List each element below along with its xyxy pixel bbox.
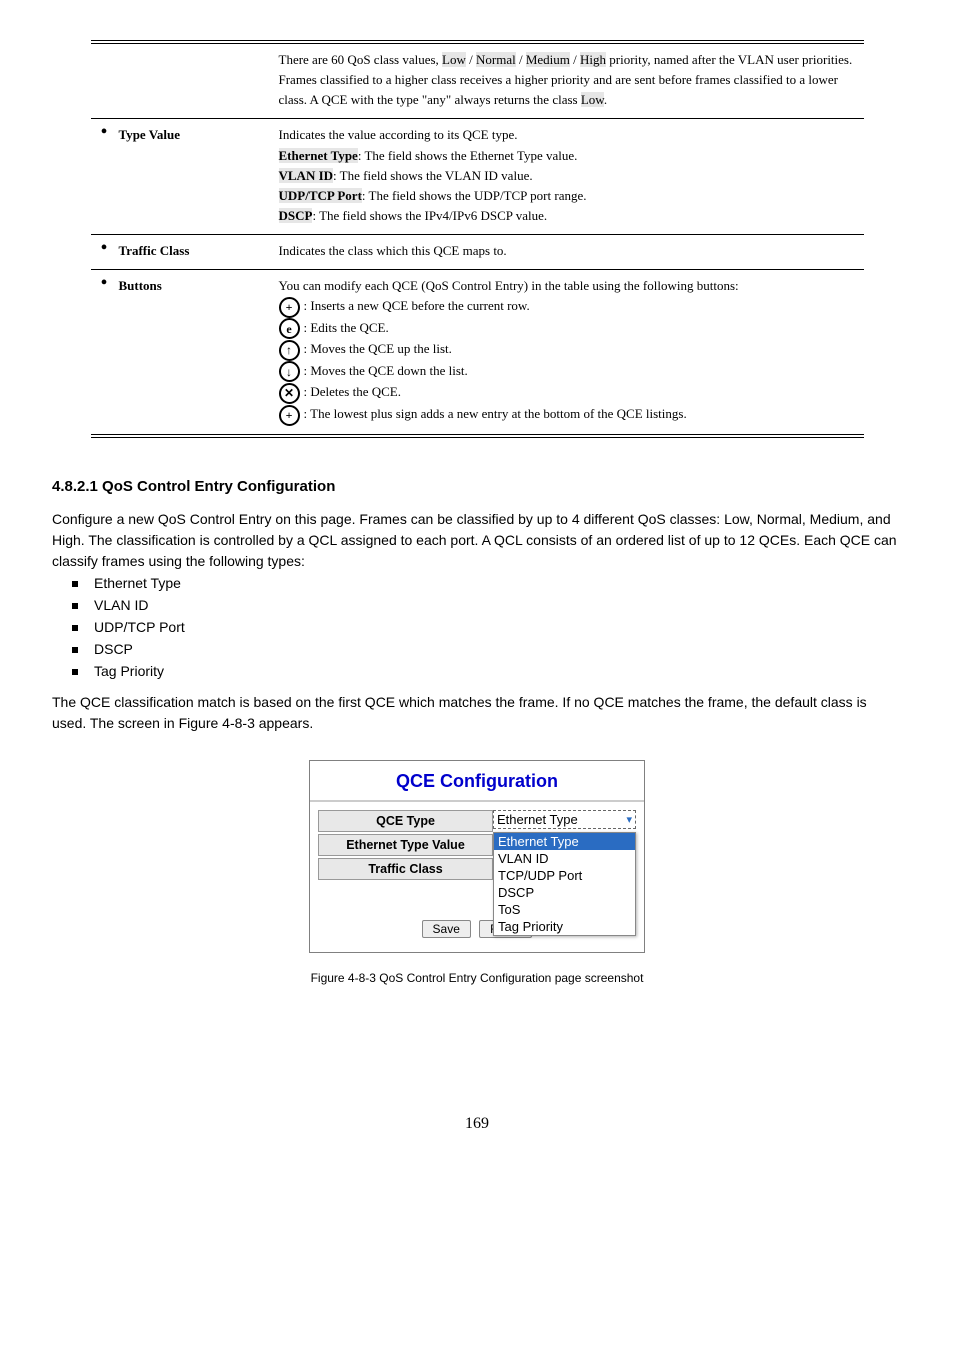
- save-button[interactable]: Save: [422, 920, 471, 938]
- text: Normal: [476, 52, 516, 67]
- label-eth-type-value: Ethernet Type Value: [318, 834, 493, 856]
- text: Medium: [526, 52, 570, 67]
- page-number: 169: [22, 1115, 932, 1133]
- icon-line: + : The lowest plus sign adds a new entry…: [279, 404, 856, 426]
- text: : Moves the QCE down the list.: [304, 363, 468, 378]
- edit-icon: e: [279, 318, 300, 339]
- text: Indicates the value according to its QCE…: [279, 127, 518, 142]
- text: /: [570, 52, 580, 67]
- text: .: [604, 92, 607, 107]
- label-traffic-class: Traffic Class: [318, 858, 493, 880]
- paragraph: The QCE classification match is based on…: [52, 692, 902, 734]
- text: : The lowest plus sign adds a new entry …: [304, 406, 687, 421]
- text: Indicates the class which this QCE maps …: [279, 243, 507, 258]
- qce-type-select[interactable]: Ethernet Type ▾: [493, 810, 636, 829]
- up-icon: ↑: [279, 340, 300, 361]
- text: There are 60 QoS class values,: [279, 52, 443, 67]
- text: : Deletes the QCE.: [304, 384, 401, 399]
- select-value: Ethernet Type: [497, 812, 578, 827]
- figure-title: QCE Configuration: [310, 761, 644, 802]
- label-qce-type: QCE Type: [318, 810, 493, 832]
- dropdown-option[interactable]: Ethernet Type: [494, 833, 635, 850]
- bullet-icon: •: [101, 241, 119, 261]
- text: DSCP: [279, 208, 313, 223]
- icon-line: ↓ : Moves the QCE down the list.: [279, 361, 856, 383]
- list-item: VLAN ID: [72, 594, 932, 616]
- bullet-icon: •: [101, 125, 119, 145]
- text: Ethernet Type: [279, 148, 358, 163]
- text: : The field shows the VLAN ID value.: [333, 168, 533, 183]
- figure-qce-configuration: QCE Configuration QCE Type Ethernet Type…: [309, 760, 645, 953]
- plus-icon: +: [279, 297, 300, 318]
- text: : The field shows the UDP/TCP port range…: [362, 188, 587, 203]
- icon-line: + : Inserts a new QCE before the current …: [279, 296, 856, 318]
- text: /: [466, 52, 476, 67]
- list-item: Ethernet Type: [72, 572, 932, 594]
- text: : Inserts a new QCE before the current r…: [304, 298, 530, 313]
- plus-lowest-icon: +: [279, 405, 300, 426]
- icon-line: ↑ : Moves the QCE up the list.: [279, 339, 856, 361]
- text: /: [516, 52, 526, 67]
- text: High: [580, 52, 606, 67]
- qce-types-list: Ethernet Type VLAN ID UDP/TCP Port DSCP …: [72, 572, 932, 682]
- dropdown-option[interactable]: VLAN ID: [494, 850, 635, 867]
- text: Low: [442, 52, 466, 67]
- down-icon: ↓: [279, 361, 300, 382]
- text: Low: [581, 92, 604, 107]
- icon-line: e : Edits the QCE.: [279, 318, 856, 340]
- text: : The field shows the IPv4/IPv6 DSCP val…: [312, 208, 547, 223]
- text: You can modify each QCE (QoS Control Ent…: [279, 276, 856, 296]
- text: UDP/TCP Port: [279, 188, 362, 203]
- text: : Edits the QCE.: [304, 320, 389, 335]
- bullet-icon: •: [101, 276, 119, 296]
- icon-line: ✕ : Deletes the QCE.: [279, 382, 856, 404]
- text: VLAN ID: [279, 168, 334, 183]
- paragraph: Configure a new QoS Control Entry on thi…: [52, 509, 902, 572]
- section-heading: 4.8.2.1 QoS Control Entry Configuration: [52, 478, 902, 495]
- dropdown-option[interactable]: DSCP: [494, 884, 635, 901]
- row-label: Type Value: [119, 125, 181, 145]
- text: : The field shows the Ethernet Type valu…: [358, 148, 578, 163]
- text: : Moves the QCE up the list.: [304, 341, 452, 356]
- figure-caption: Figure 4-8-3 QoS Control Entry Configura…: [22, 971, 932, 985]
- row-label: Traffic Class: [119, 241, 190, 261]
- delete-icon: ✕: [279, 383, 300, 404]
- list-item: UDP/TCP Port: [72, 616, 932, 638]
- dropdown-option[interactable]: ToS: [494, 901, 635, 918]
- list-item: DSCP: [72, 638, 932, 660]
- definitions-table: There are 60 QoS class values, Low / Nor…: [91, 40, 864, 438]
- chevron-down-icon: ▾: [626, 813, 632, 826]
- dropdown-option[interactable]: Tag Priority: [494, 918, 635, 935]
- row-label: Buttons: [119, 276, 162, 296]
- dropdown-option[interactable]: TCP/UDP Port: [494, 867, 635, 884]
- list-item: Tag Priority: [72, 660, 932, 682]
- qce-type-dropdown[interactable]: Ethernet Type VLAN ID TCP/UDP Port DSCP …: [493, 832, 636, 936]
